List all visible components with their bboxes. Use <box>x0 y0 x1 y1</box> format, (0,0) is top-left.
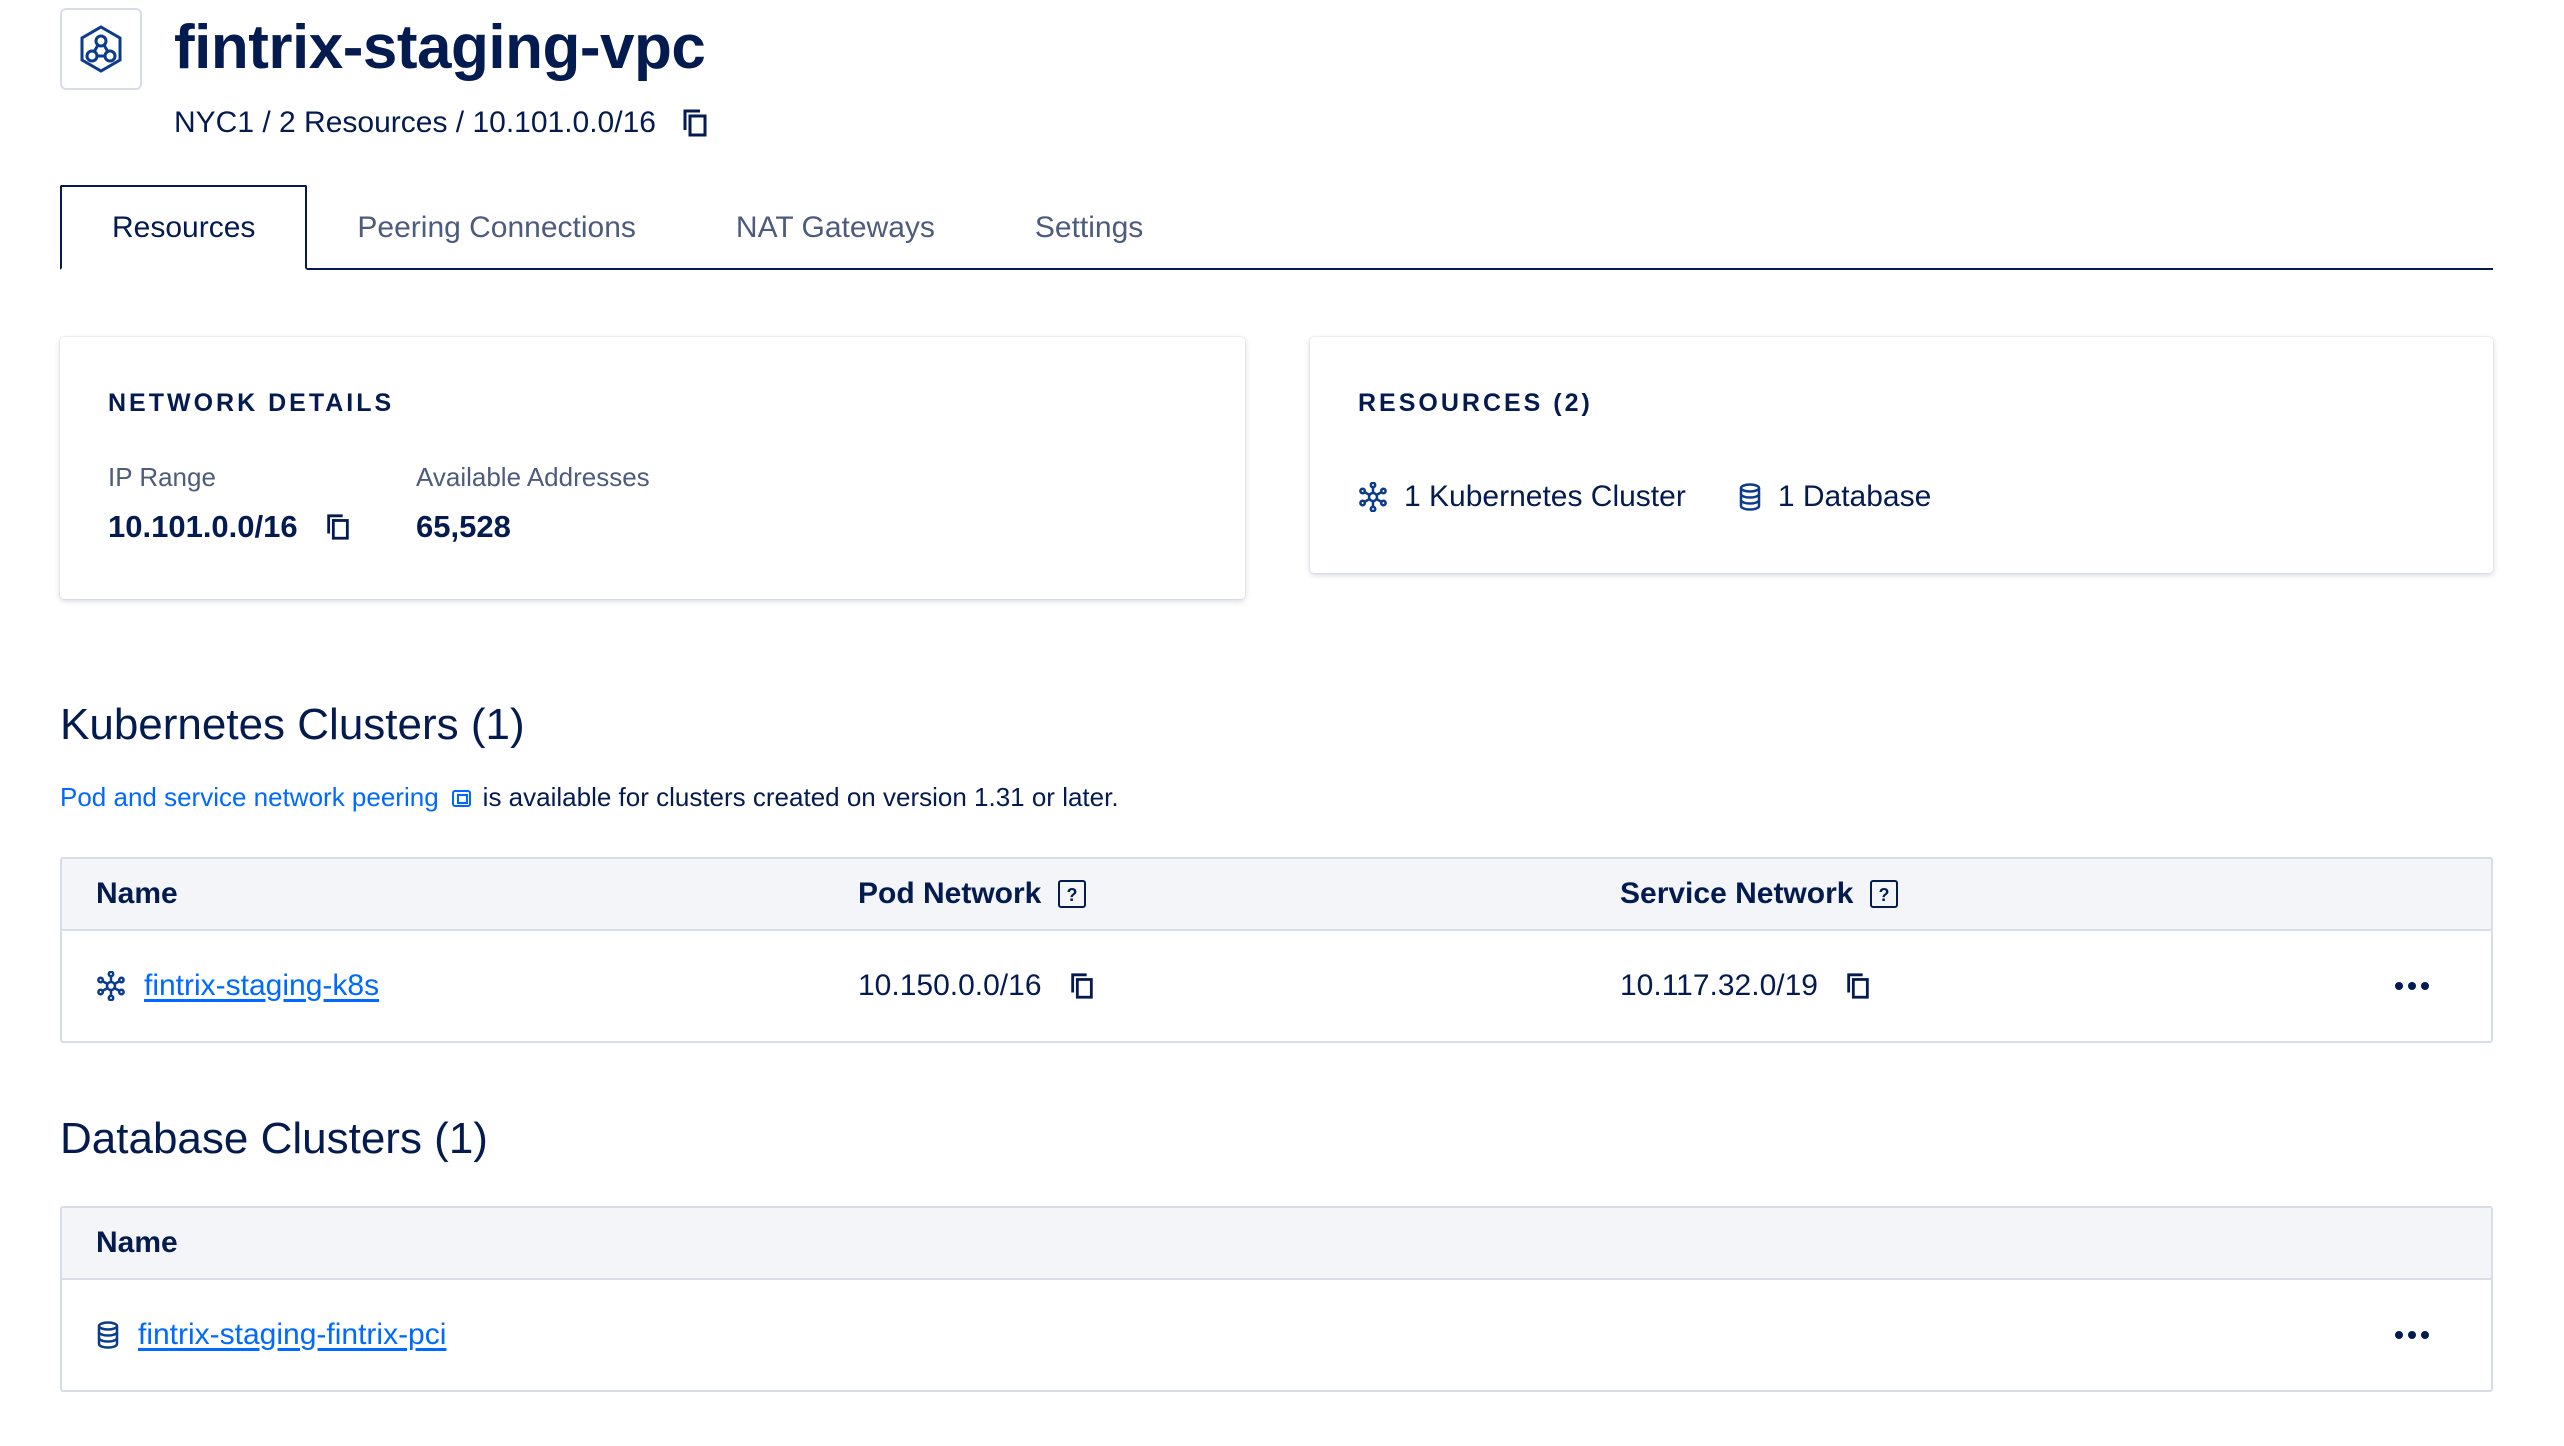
resources-heading: RESOURCES (2) <box>1358 389 1593 417</box>
database-icon <box>1738 482 1762 512</box>
service-network-cell: 10.117.32.0/19 <box>1620 969 1872 1003</box>
column-pod-network-label: Pod Network <box>858 877 1042 910</box>
ip-range-value: 10.101.0.0/16 <box>108 509 298 544</box>
resource-summary: 1 Kubernetes Cluster 1 Database <box>1358 480 1983 514</box>
vpc-detail-page: fintrix-staging-vpc NYC1 / 2 Resources /… <box>0 0 2564 1446</box>
table-header: Name <box>62 1208 2491 1280</box>
svg-text:?: ? <box>1067 885 1078 905</box>
pod-network-cell: 10.150.0.0/16 <box>858 969 1096 1003</box>
page-header: fintrix-staging-vpc NYC1 / 2 Resources /… <box>60 8 710 140</box>
vpc-subtitle: NYC1 / 2 Resources / 10.101.0.0/16 <box>174 106 710 140</box>
service-network-value: 10.117.32.0/19 <box>1620 969 1818 1002</box>
resources-card: RESOURCES (2) 1 Kubernetes Cluster 1 Dat… <box>1310 337 2493 573</box>
vpc-summary: NYC1 / 2 Resources / 10.101.0.0/16 <box>174 106 656 139</box>
external-link-icon[interactable] <box>451 787 473 809</box>
cluster-link[interactable]: fintrix-staging-k8s <box>144 969 379 1003</box>
peering-docs-link[interactable]: Pod and service network peering <box>60 782 439 813</box>
tab-settings[interactable]: Settings <box>985 185 1193 270</box>
column-name: Name <box>96 1226 178 1259</box>
resource-kubernetes[interactable]: 1 Kubernetes Cluster <box>1358 480 1686 514</box>
resource-database[interactable]: 1 Database <box>1738 480 1931 514</box>
tab-bar: Resources Peering Connections NAT Gatewa… <box>60 185 2493 270</box>
kubernetes-icon <box>1358 482 1388 512</box>
help-icon[interactable]: ? <box>1869 879 1899 909</box>
resource-kubernetes-label: 1 Kubernetes Cluster <box>1404 480 1686 513</box>
column-service-network: Service Network ? <box>1620 877 1899 911</box>
network-details-card: NETWORK DETAILS IP Range 10.101.0.0/16 A… <box>60 337 1245 599</box>
column-pod-network: Pod Network ? <box>858 877 1087 911</box>
tab-resources[interactable]: Resources <box>60 185 308 270</box>
page-title: fintrix-staging-vpc <box>174 13 706 82</box>
copy-icon[interactable] <box>1844 971 1872 1001</box>
vpc-network-icon <box>60 8 142 90</box>
column-name: Name <box>96 877 178 910</box>
copy-icon[interactable] <box>1068 971 1096 1001</box>
kubernetes-section-title: Kubernetes Clusters (1) <box>60 700 525 749</box>
kubernetes-icon <box>96 971 126 1001</box>
database-section-title: Database Clusters (1) <box>60 1114 488 1163</box>
kubernetes-table: Name Pod Network ? Service Network ? fin… <box>60 857 2493 1043</box>
tab-peering-connections[interactable]: Peering Connections <box>307 185 686 270</box>
database-table: Name fintrix-staging-fintrix-pci <box>60 1206 2493 1392</box>
database-link[interactable]: fintrix-staging-fintrix-pci <box>138 1318 446 1352</box>
peering-note-text: is available for clusters created on ver… <box>482 782 1119 812</box>
database-icon <box>96 1320 120 1350</box>
table-row: fintrix-staging-fintrix-pci <box>62 1280 2491 1390</box>
copy-icon[interactable] <box>324 512 352 542</box>
more-actions-icon[interactable] <box>2387 974 2437 998</box>
column-service-network-label: Service Network <box>1620 877 1854 910</box>
help-icon[interactable]: ? <box>1057 879 1087 909</box>
database-name-cell: fintrix-staging-fintrix-pci <box>96 1318 446 1352</box>
peering-note: Pod and service network peering is avail… <box>60 782 1119 813</box>
ip-range-label: IP Range <box>108 462 216 492</box>
svg-text:?: ? <box>1879 885 1890 905</box>
network-details-heading: NETWORK DETAILS <box>108 389 395 417</box>
available-addresses-value: 65,528 <box>416 509 511 544</box>
more-actions-icon[interactable] <box>2387 1323 2437 1347</box>
pod-network-value: 10.150.0.0/16 <box>858 969 1042 1002</box>
available-addresses-stat: Available Addresses 65,528 <box>416 462 650 545</box>
resource-database-label: 1 Database <box>1777 480 1932 513</box>
table-row: fintrix-staging-k8s 10.150.0.0/16 10.117… <box>62 931 2491 1041</box>
ip-range-stat: IP Range 10.101.0.0/16 <box>108 462 352 545</box>
available-addresses-label: Available Addresses <box>416 462 650 492</box>
cluster-name-cell: fintrix-staging-k8s <box>96 969 379 1003</box>
table-header: Name Pod Network ? Service Network ? <box>62 859 2491 931</box>
copy-icon[interactable] <box>680 107 710 139</box>
tab-nat-gateways[interactable]: NAT Gateways <box>686 185 985 270</box>
